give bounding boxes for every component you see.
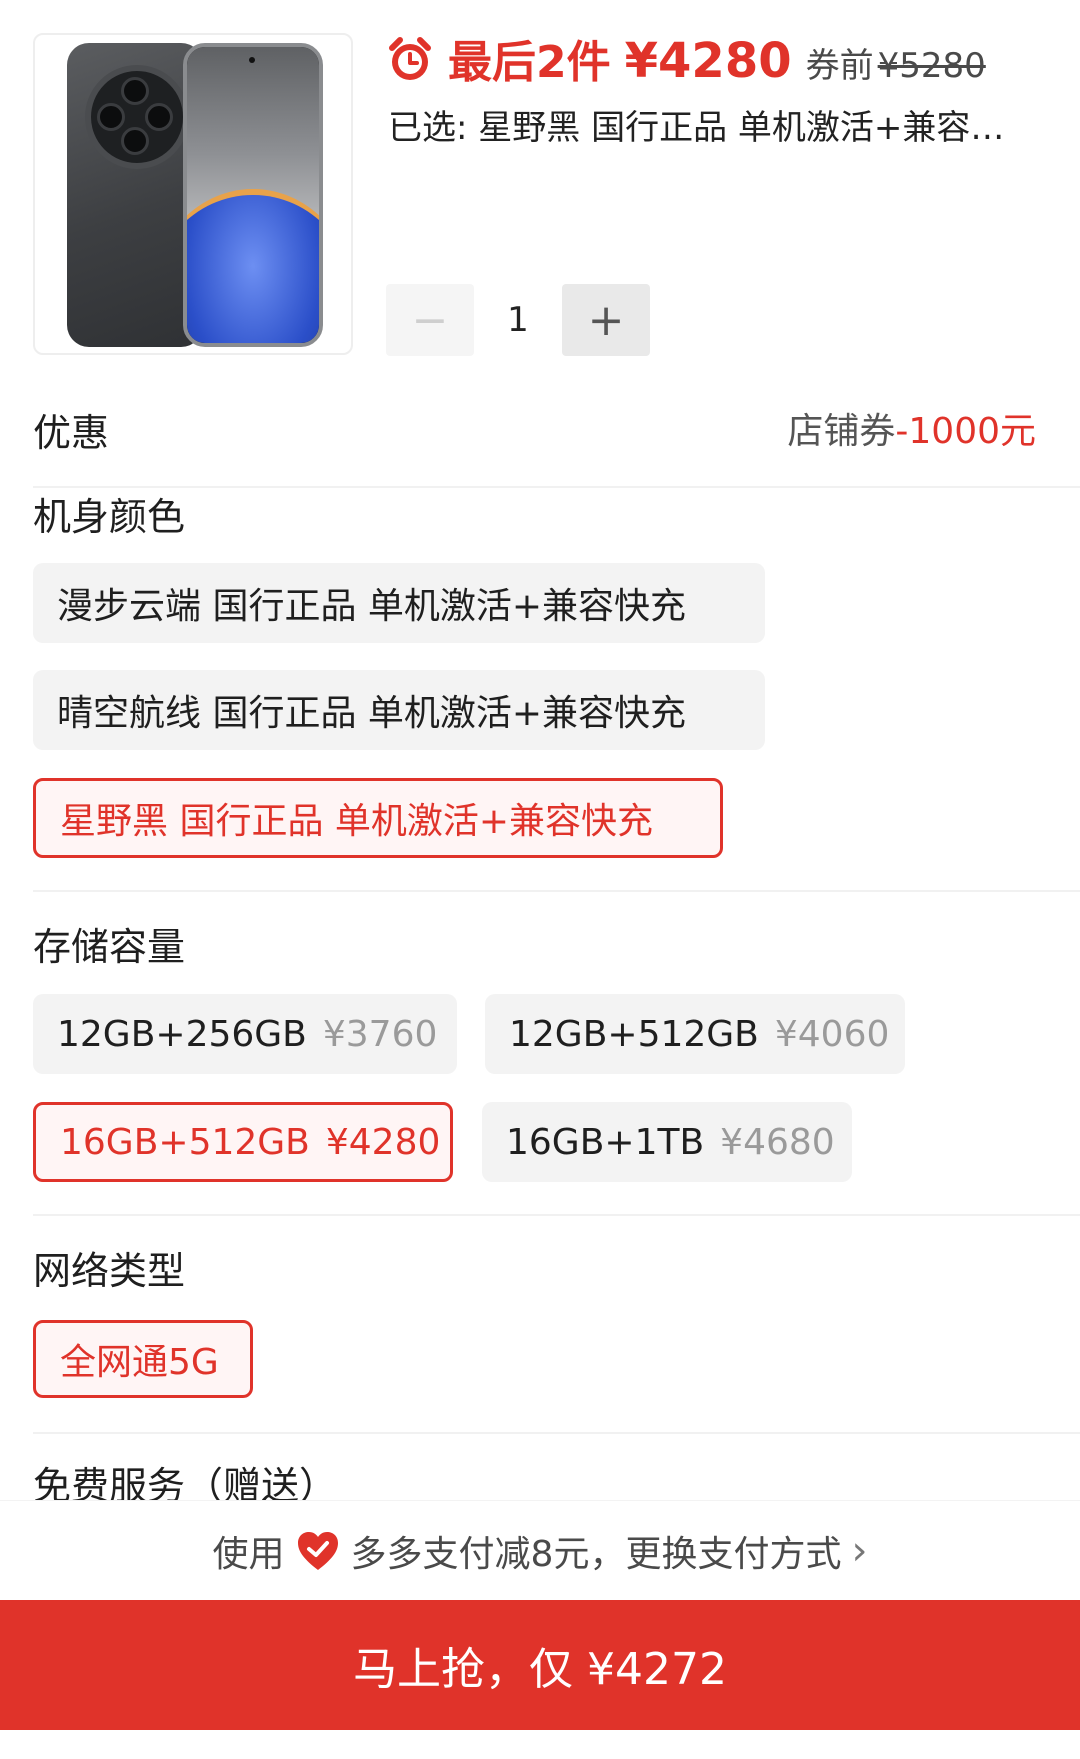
- storage-option[interactable]: 12GB+256GB ¥3760: [33, 994, 457, 1074]
- storage-option-label: 16GB+1TB: [506, 1121, 705, 1163]
- pay-heart-icon: [297, 1532, 338, 1570]
- payment-method-bar[interactable]: 使用 多多支付减8元，更换支付方式 ›: [0, 1500, 1080, 1601]
- alarm-clock-icon: [389, 37, 431, 80]
- color-option-label: 晴空航线 国行正品 单机激活+兼容快充: [57, 693, 687, 734]
- payment-text: 多多支付减8元，更换支付方式: [350, 1534, 842, 1575]
- camera-module-graphic: [85, 65, 189, 169]
- payment-prefix: 使用: [212, 1534, 285, 1575]
- storage-section-title: 存储容量: [33, 925, 186, 969]
- quantity-value[interactable]: 1: [474, 284, 562, 356]
- chevron-right-icon: ›: [851, 1528, 868, 1574]
- color-option-label: 漫步云端 国行正品 单机激活+兼容快充: [57, 586, 687, 627]
- promo-title: 优惠: [33, 411, 110, 455]
- original-price: ¥5280: [877, 46, 986, 86]
- storage-option-label: 16GB+512GB: [60, 1121, 310, 1163]
- promo-coupon-amount: -1000元: [895, 411, 1036, 452]
- before-coupon-label: 券前: [805, 46, 874, 86]
- buy-now-button[interactable]: 马上抢，仅 ¥4272: [0, 1600, 1080, 1730]
- quantity-minus-button[interactable]: −: [386, 284, 474, 356]
- color-section-title: 机身颜色: [33, 495, 186, 539]
- divider: [33, 486, 1080, 488]
- price-headline: 最后2件 ¥4280 券前 ¥5280: [448, 26, 986, 92]
- color-option[interactable]: 晴空航线 国行正品 单机激活+兼容快充: [33, 670, 765, 750]
- storage-option-price: ¥4280: [325, 1121, 441, 1163]
- divider: [33, 890, 1080, 892]
- color-option-selected[interactable]: 星野黑 国行正品 单机激活+兼容快充: [33, 778, 723, 858]
- network-option-label: 全网通5G: [60, 1342, 219, 1383]
- current-price: ¥4280: [624, 33, 792, 89]
- product-image[interactable]: [33, 33, 353, 355]
- promo-coupon-label: 店铺券: [787, 411, 896, 452]
- storage-option-label: 12GB+256GB: [57, 1013, 307, 1055]
- network-section-title: 网络类型: [33, 1249, 186, 1293]
- storage-option-selected[interactable]: 16GB+512GB ¥4280: [33, 1102, 453, 1182]
- divider: [33, 1432, 1080, 1434]
- network-option-selected[interactable]: 全网通5G: [33, 1320, 253, 1398]
- color-option-label: 星野黑 国行正品 单机激活+兼容快充: [60, 801, 654, 842]
- phone-front-graphic: [183, 43, 323, 347]
- divider: [33, 1214, 1080, 1216]
- quantity-plus-button[interactable]: +: [562, 284, 650, 356]
- selected-summary: 已选: 星野黑 国行正品 单机激活+兼容快充: [388, 108, 1038, 148]
- color-option[interactable]: 漫步云端 国行正品 单机激活+兼容快充: [33, 563, 765, 643]
- storage-option[interactable]: 12GB+512GB ¥4060: [485, 994, 905, 1074]
- storage-option[interactable]: 16GB+1TB ¥4680: [482, 1102, 852, 1182]
- storage-option-price: ¥3760: [322, 1013, 438, 1055]
- storage-option-price: ¥4680: [720, 1121, 835, 1163]
- storage-option-label: 12GB+512GB: [509, 1013, 759, 1055]
- storage-option-price: ¥4060: [774, 1013, 890, 1055]
- promo-coupon[interactable]: 店铺券-1000元: [787, 402, 1036, 454]
- scarcity-label: 最后2件: [448, 37, 611, 88]
